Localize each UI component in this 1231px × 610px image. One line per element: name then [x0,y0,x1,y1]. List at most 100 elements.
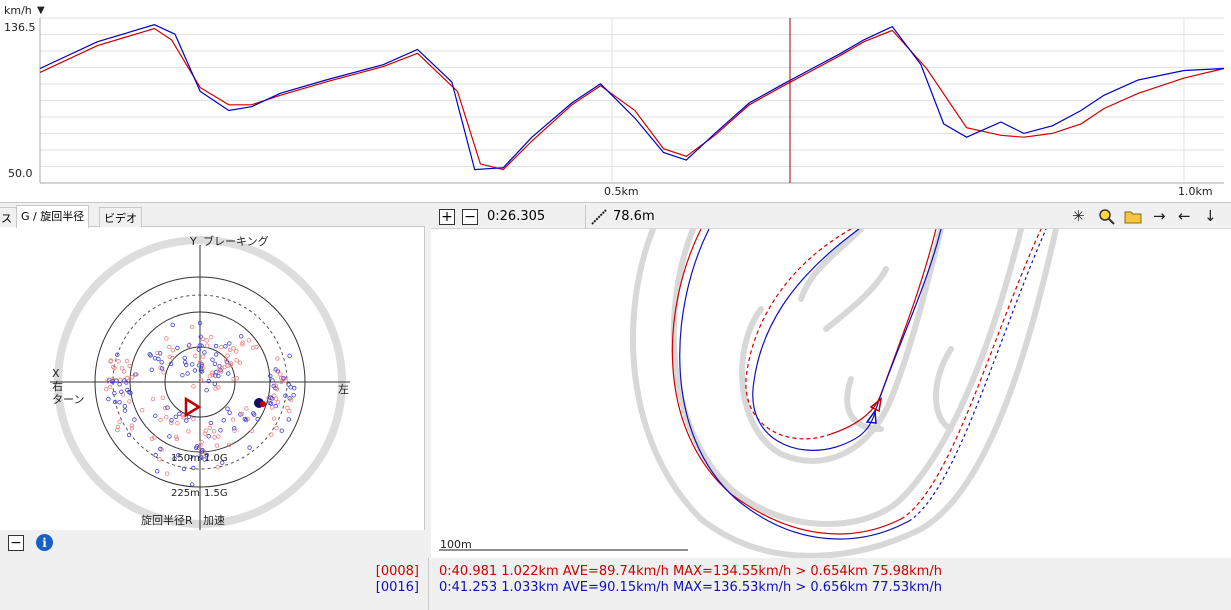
burst-icon[interactable]: ✳ [1072,207,1085,225]
g-scatter-point [106,396,111,402]
g-scatter-point [213,352,219,357]
g-scatter-point [161,370,166,375]
measure-tool-icon[interactable] [590,208,608,226]
g-scatter-point [160,395,165,400]
g-scatter-point [249,428,255,434]
g-scatter-point [211,429,217,434]
g-scatter-point [117,382,122,387]
collapse-button[interactable]: − [8,535,24,551]
track-map[interactable] [431,229,1231,558]
ring1-radius-label: 150m [171,453,200,464]
g-scatter-point [152,356,158,361]
g-scatter-point [231,346,236,351]
g-scatter-point [212,361,218,367]
x-axis-label: X [52,367,60,380]
arrow-down-icon[interactable]: ↓ [1204,207,1217,225]
tab-video[interactable]: ビデオ [99,207,142,227]
tab-g-turn-radius[interactable]: G / 旋回半径 [16,205,90,228]
g-circle-plot[interactable] [0,227,425,530]
g-scatter-point [117,377,123,383]
g-scatter-point [270,405,275,410]
speed-chart-svg[interactable] [0,0,1231,203]
g-scatter-point [164,471,170,476]
g-scatter-point [247,445,252,450]
g-scatter-point [292,385,297,391]
zoom-out-button[interactable]: − [462,209,478,225]
g-scatter-point [150,396,156,402]
y-max-label: 136.5 [4,21,36,34]
zoom-icon[interactable] [1098,208,1116,226]
zoom-in-button[interactable]: + [439,209,455,225]
arrow-left-icon[interactable]: ← [1178,207,1191,225]
lap2-id[interactable]: [0016] [376,580,419,595]
g-scatter-point [117,400,122,405]
g-scatter-point [186,429,191,434]
g-scatter-point [216,434,221,439]
g-scatter-point [180,372,185,378]
y-axis-label: Y [190,235,197,248]
g-scatter-point [173,414,178,419]
g-scatter-point [191,384,196,389]
g-scatter-point [170,348,175,353]
g-scatter-point [189,324,195,330]
g-scatter-point [214,443,220,448]
g-scatter-point [175,345,180,351]
tab-truncated[interactable]: ス [0,207,17,227]
g-scatter-point [189,482,195,487]
unit-dropdown-icon[interactable]: ▼ [37,5,45,16]
g-scatter-point [212,435,217,440]
speed-series-0 [39,27,1225,171]
g-scatter-point [200,354,206,359]
ring2-radius-label: 225m [171,488,200,499]
lap1-summary: 0:40.981 1.022km AVE=89.74km/h MAX=134.5… [439,564,942,579]
g-scatter-point [117,419,122,424]
track-map-panel: + − 0:26.305 78.6m ✳ → ← ↓ 100m [431,205,1231,558]
g-scatter-point [219,344,224,350]
lap-time-readout: 0:26.305 [487,209,546,224]
g-scatter-point [204,338,209,343]
footer-divider [428,558,429,610]
g-scatter-point [207,425,212,431]
g-scatter-point [275,356,280,361]
g-scatter-point [153,452,158,458]
g-scatter-point [200,336,206,342]
g-scatter-point [182,355,187,361]
g-scatter-point [250,345,256,350]
g-scatter-point [167,434,172,439]
map-toolbar: + − 0:26.305 78.6m ✳ → ← ↓ [431,205,1231,229]
g-scatter-point [191,416,196,422]
g-scatter-point [170,322,175,328]
g-scatter-point [129,375,135,380]
g-scatter-point [230,417,236,422]
g-scatter-point [209,370,215,375]
info-button[interactable]: i [36,534,53,551]
acceleration-label: 加速 [203,514,225,527]
lap-summary-footer: [0008] [0016] 0:40.981 1.022km AVE=89.74… [0,558,1231,610]
right-turn-label: 右 ターン [52,380,85,406]
g-scatter-point [279,428,284,433]
lap1-id[interactable]: [0008] [376,564,419,579]
g-scatter-point [223,344,228,349]
distance-section: 78.6m [585,205,785,229]
g-scatter-point [153,413,158,418]
g-scatter-point [139,407,145,413]
g-scatter-point [287,408,292,414]
g-scatter-point [189,362,195,367]
red-current-marker [184,396,202,418]
red-current-dot [260,401,266,407]
distance-readout: 78.6m [613,209,655,224]
g-scatter-point [157,457,162,462]
g-scatter-point [269,432,274,437]
g-scatter-point [234,358,239,363]
plus-icon: + [441,209,453,225]
folder-icon[interactable] [1124,209,1142,225]
g-scatter-point [164,414,169,420]
g-scatter-point [149,367,154,372]
g-scatter-point [213,343,219,349]
g-scatter-point [192,368,198,373]
turn-radius-label: 旋回半径R [141,514,193,527]
g-scatter-point [227,341,232,346]
speed-chart[interactable]: km/h ▼ 136.5 50.0 0.5km 1.0km [0,0,1231,203]
arrow-right-icon[interactable]: → [1153,207,1166,225]
g-scatter-point [124,358,130,364]
